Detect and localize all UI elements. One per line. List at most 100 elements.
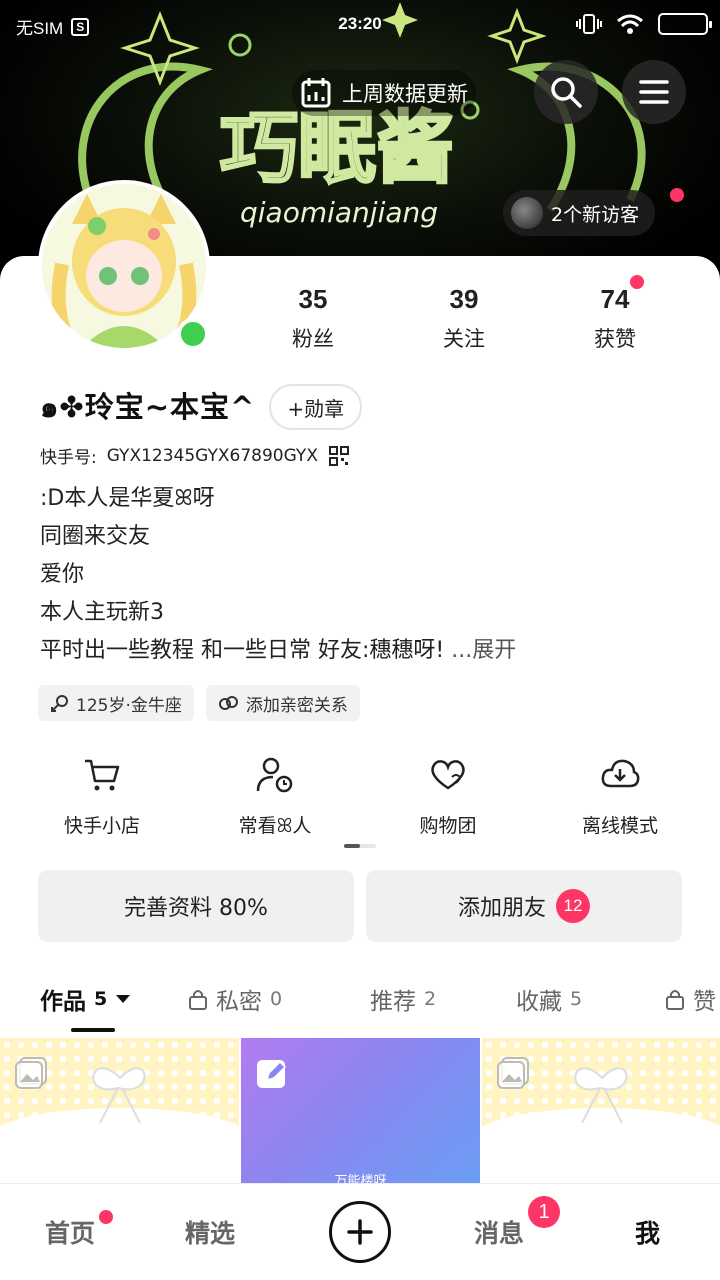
new-visitors-label: 2个新访客 [551, 203, 640, 226]
tab-works[interactable]: 作品 5 [40, 982, 131, 1016]
tool-label: 快手小店 [63, 815, 140, 837]
calendar-icon [301, 78, 331, 108]
add-relationship-tag[interactable]: 添加亲密关系 [205, 685, 360, 721]
tab-private[interactable]: 私密 0 [188, 982, 282, 1016]
image-icon [15, 1057, 47, 1089]
profile-stats: 35 粉丝 39 关注 74 获赞 [240, 275, 700, 364]
tab-count: 5 [94, 988, 108, 1010]
work-thumbnail[interactable] [0, 1038, 239, 1188]
tab-label: 推荐 [370, 989, 416, 1015]
profile-bio[interactable]: :D本人是华夏ꕤ呀 同圈来交友 爱你 本人主玩新3 平时出一些教程 和一些日常 … [40, 480, 690, 670]
link-hearts-icon [218, 696, 238, 710]
search-icon [551, 77, 582, 108]
user-clock-icon [256, 757, 293, 793]
stat-likes[interactable]: 74 获赞 [555, 284, 675, 353]
heart-chat-icon [431, 760, 465, 790]
complete-profile-label: 完善资料 80% [124, 896, 268, 921]
messages-badge: 1 [528, 1196, 560, 1228]
user-id-label: 快手号: [40, 448, 97, 468]
name-row: ๑✤玲宝~本宝^ +勋章 [40, 384, 363, 430]
stat-label: 获赞 [594, 327, 636, 351]
nav-home[interactable]: 首页 [45, 1214, 95, 1250]
stat-label: 关注 [443, 327, 485, 351]
add-friends-button[interactable]: 添加朋友 12 [366, 870, 682, 942]
stat-value: 35 [298, 284, 328, 314]
menu-button[interactable] [622, 60, 686, 124]
new-visitors-button[interactable]: 2个新访客 [503, 190, 656, 236]
data-update-button[interactable]: 上周数据更新 [292, 70, 476, 116]
user-id-value: GYX12345GYX67890GYX [106, 445, 318, 466]
stat-following[interactable]: 39 关注 [404, 284, 524, 353]
complete-profile-button[interactable]: 完善资料 80% [38, 870, 354, 942]
online-status-dot [177, 318, 209, 350]
pager-indicator [344, 844, 360, 848]
user-id-row[interactable]: 快手号: GYX12345GYX67890GYX [40, 443, 350, 468]
tab-label: 收藏 [516, 989, 562, 1015]
bio-line: 同圈来交友 [40, 524, 151, 549]
add-friends-badge: 12 [556, 889, 590, 923]
bio-line: 本人主玩新3 [40, 600, 164, 625]
cart-icon [85, 759, 120, 791]
add-medal-button[interactable]: +勋章 [269, 384, 363, 430]
age-zodiac-label: 125岁·金牛座 [76, 695, 182, 716]
tool-label: 常看ꕤ人 [238, 815, 312, 837]
bio-line: :D本人是华夏ꕤ呀 [40, 486, 215, 511]
stat-label: 粉丝 [292, 327, 334, 351]
tab-liked[interactable]: 赞 [665, 982, 716, 1016]
search-button[interactable] [534, 60, 598, 124]
tab-label: 私密 [216, 989, 262, 1015]
wifi-icon [617, 14, 643, 34]
stat-followers[interactable]: 35 粉丝 [253, 284, 373, 353]
bottom-nav: 首页 精选 消息 1 我 [0, 1183, 720, 1280]
tab-favorites[interactable]: 收藏 5 [516, 982, 582, 1016]
age-zodiac-tag[interactable]: 125岁·金牛座 [38, 685, 194, 721]
tab-count: 5 [570, 988, 583, 1010]
tab-count: 2 [424, 988, 437, 1010]
tab-count: 0 [270, 988, 283, 1010]
status-bar: 无SIM S 23:20 [0, 0, 720, 50]
tool-shopping-group[interactable]: 购物团 [358, 755, 538, 838]
tab-recommended[interactable]: 推荐 2 [370, 982, 436, 1016]
caret-down-icon [116, 995, 131, 1003]
work-thumbnail[interactable] [482, 1038, 720, 1188]
gender-icon [51, 695, 68, 712]
qr-code-icon[interactable] [328, 445, 350, 467]
bio-expand-link[interactable]: ...展开 [451, 638, 516, 663]
stat-value: 74 [600, 284, 630, 314]
bio-last-line: 平时出一些教程 和一些日常 好友:穗穗呀! ...展开 [40, 632, 690, 670]
battery-icon [658, 13, 712, 35]
tab-label: 赞 [693, 989, 716, 1015]
home-notification-dot [99, 1210, 113, 1224]
quick-tools: 快手小店 常看ꕤ人 购物团 离线模式 [0, 755, 720, 845]
tool-frequent-contacts[interactable]: 常看ꕤ人 [185, 755, 365, 838]
plus-icon [347, 1219, 373, 1245]
edit-note-icon [257, 1060, 287, 1088]
visitor-avatar [511, 197, 543, 229]
hamburger-icon [639, 80, 669, 104]
visitor-notification-dot [670, 188, 684, 202]
cloud-download-icon [601, 759, 640, 788]
bio-line: 爱你 [40, 562, 85, 587]
work-thumbnail[interactable]: 万能楼呀 [241, 1038, 480, 1188]
tab-label: 作品 [40, 989, 86, 1015]
works-grid: 万能楼呀 [0, 1038, 720, 1188]
create-button[interactable] [329, 1201, 391, 1263]
user-name: ๑✤玲宝~本宝^ [40, 390, 256, 424]
image-icon [497, 1057, 529, 1089]
banner-subtitle: qiaomianjiang [240, 196, 438, 229]
stat-value: 39 [449, 284, 479, 314]
nav-featured[interactable]: 精选 [185, 1214, 235, 1250]
data-update-label: 上周数据更新 [342, 82, 468, 106]
lock-icon [189, 990, 207, 1010]
banner-title: 巧眠酱 [220, 103, 454, 194]
nav-me[interactable]: 我 [635, 1214, 660, 1250]
profile-tags: 125岁·金牛座 添加亲密关系 [38, 685, 360, 721]
tool-shop[interactable]: 快手小店 [12, 755, 192, 838]
tool-label: 购物团 [419, 815, 477, 837]
tool-offline-mode[interactable]: 离线模式 [530, 755, 710, 838]
add-relationship-label: 添加亲密关系 [245, 695, 348, 716]
add-friends-label: 添加朋友 [457, 896, 546, 921]
lock-icon [666, 990, 684, 1010]
nav-messages[interactable]: 消息 [474, 1214, 524, 1250]
active-tab-indicator [71, 1028, 115, 1032]
